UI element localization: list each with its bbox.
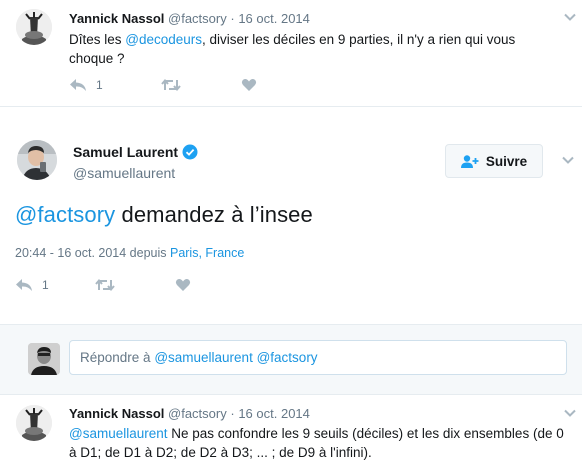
chevron-down-icon[interactable] xyxy=(563,10,577,24)
reply-button[interactable]: 1 xyxy=(15,278,95,292)
author-handle[interactable]: @factsory xyxy=(168,406,227,421)
separator: · xyxy=(230,11,235,26)
retweet-icon xyxy=(95,278,115,292)
author-name[interactable]: Samuel Laurent xyxy=(73,144,178,160)
follow-icon xyxy=(460,154,479,168)
reply-button[interactable]: 1 xyxy=(69,78,161,92)
tweet-yannick-1[interactable]: Yannick Nassol @factsory · 16 oct. 2014 … xyxy=(0,0,582,106)
avatar[interactable] xyxy=(16,9,52,45)
chevron-down-icon[interactable] xyxy=(563,406,577,420)
location-city-link[interactable]: Paris xyxy=(170,246,198,260)
follow-label: Suivre xyxy=(485,153,528,169)
reply-prefix: Répondre à xyxy=(80,350,155,365)
tweet-header: Yannick Nassol @factsory · 16 oct. 2014 xyxy=(69,406,310,421)
tweet-actions: 1 xyxy=(15,277,191,293)
separator: · xyxy=(230,406,235,421)
reply-composer: Répondre à @samuellaurent @factsory xyxy=(0,324,582,395)
tweet-samuel-main[interactable]: Samuel Laurent @samuellaurent Suivre @fa… xyxy=(0,106,582,324)
reply-icon xyxy=(16,279,32,291)
tweet-text-body: demandez à l’insee xyxy=(115,202,313,227)
location-country-link[interactable]: France xyxy=(205,246,244,260)
current-user-avatar xyxy=(28,343,60,375)
tweet-header: Yannick Nassol @factsory · 16 oct. 2014 xyxy=(69,11,310,26)
mention-link[interactable]: @decodeurs xyxy=(125,32,202,47)
reply-count: 1 xyxy=(96,78,103,92)
avatar[interactable] xyxy=(16,405,52,441)
tweet-metadata: 20:44 - 16 oct. 2014 depuis Paris, Franc… xyxy=(15,246,244,260)
reply-count: 1 xyxy=(42,278,49,292)
tweet-text: Dîtes les @decodeurs, diviser les décile… xyxy=(69,30,549,68)
follow-button[interactable]: Suivre xyxy=(445,144,543,178)
mention-link[interactable]: @samuellaurent xyxy=(69,426,168,441)
tweet-timestamp[interactable]: 20:44 - 16 oct. 2014 depuis xyxy=(15,246,170,260)
like-button[interactable] xyxy=(241,78,257,92)
tweet-text: @samuellaurent Ne pas confondre les 9 se… xyxy=(69,424,564,462)
reply-input[interactable]: Répondre à @samuellaurent @factsory xyxy=(69,340,567,375)
tweet-yannick-2[interactable]: Yannick Nassol @factsory · 16 oct. 2014 … xyxy=(0,396,582,467)
reply-mention-1: @samuellaurent xyxy=(154,350,253,365)
tweet-date[interactable]: 16 oct. 2014 xyxy=(238,11,310,26)
author-handle[interactable]: @factsory xyxy=(168,11,227,26)
avatar[interactable] xyxy=(17,140,57,180)
chevron-down-icon[interactable] xyxy=(561,153,575,167)
reply-icon xyxy=(70,79,86,91)
author-name[interactable]: Yannick Nassol xyxy=(69,406,164,421)
like-icon xyxy=(241,79,257,91)
tweet-text-start: Dîtes les xyxy=(69,32,126,47)
tweet-text: @factsory demandez à l’insee xyxy=(15,202,313,228)
tweet-actions: 1 xyxy=(69,77,257,93)
author-name[interactable]: Yannick Nassol xyxy=(69,11,164,26)
author-handle[interactable]: @samuellaurent xyxy=(73,165,175,181)
like-button[interactable] xyxy=(175,278,191,292)
mention-link[interactable]: @factsory xyxy=(15,202,115,227)
retweet-button[interactable] xyxy=(95,278,175,292)
tweet-date[interactable]: 16 oct. 2014 xyxy=(238,406,310,421)
author-name-row: Samuel Laurent xyxy=(73,144,198,160)
retweet-button[interactable] xyxy=(161,78,241,92)
verified-icon xyxy=(182,144,198,160)
like-icon xyxy=(175,279,191,291)
reply-mention-2: @factsory xyxy=(256,350,318,365)
retweet-icon xyxy=(161,78,181,92)
